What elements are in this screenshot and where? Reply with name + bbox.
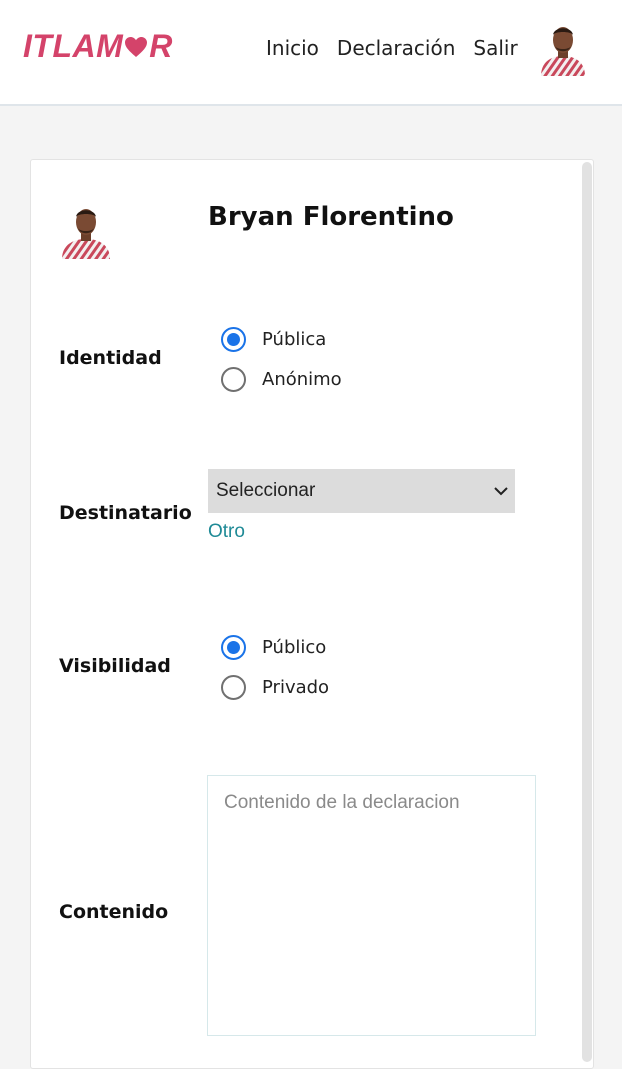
visibility-private-radio[interactable] — [221, 675, 246, 700]
main-nav: Inicio Declaración Salir — [266, 34, 518, 62]
visibility-public-label: Público — [262, 637, 327, 658]
identity-label: Identidad — [59, 347, 162, 369]
identity-anonymous-label: Anónimo — [262, 369, 342, 390]
profile-name: Bryan Florentino — [208, 202, 454, 232]
recipient-select[interactable]: Seleccionar — [208, 469, 515, 513]
user-avatar-icon[interactable] — [537, 22, 589, 76]
heart-icon — [125, 36, 148, 57]
nav-declaracion[interactable]: Declaración — [337, 34, 455, 62]
recipient-label: Destinatario — [59, 502, 192, 524]
nav-inicio[interactable]: Inicio — [266, 34, 319, 62]
visibility-public-radio[interactable] — [221, 635, 246, 660]
header: ITLAM R Inicio Declaración Salir — [0, 0, 622, 106]
visibility-label: Visibilidad — [59, 655, 171, 677]
identity-anonymous-radio[interactable] — [221, 367, 246, 392]
visibility-option-private[interactable]: Privado — [221, 675, 329, 700]
recipient-select-value: Seleccionar — [216, 480, 316, 501]
other-recipient-link[interactable]: Otro — [208, 521, 245, 543]
logo-text-start: ITLAM — [23, 28, 124, 64]
visibility-option-public[interactable]: Público — [221, 635, 326, 660]
logo-text-end: R — [149, 28, 173, 64]
identity-public-radio[interactable] — [221, 327, 246, 352]
identity-option-public[interactable]: Pública — [221, 327, 326, 352]
identity-option-anonymous[interactable]: Anónimo — [221, 367, 342, 392]
logo[interactable]: ITLAM R — [23, 28, 173, 65]
content-textarea[interactable] — [207, 775, 536, 1036]
identity-public-label: Pública — [262, 329, 327, 350]
visibility-private-label: Privado — [262, 677, 330, 698]
chevron-down-icon — [494, 487, 508, 496]
nav-salir[interactable]: Salir — [473, 34, 517, 62]
scrollbar[interactable] — [582, 162, 592, 1062]
profile-avatar-icon — [62, 209, 110, 259]
content-label: Contenido — [59, 901, 169, 923]
